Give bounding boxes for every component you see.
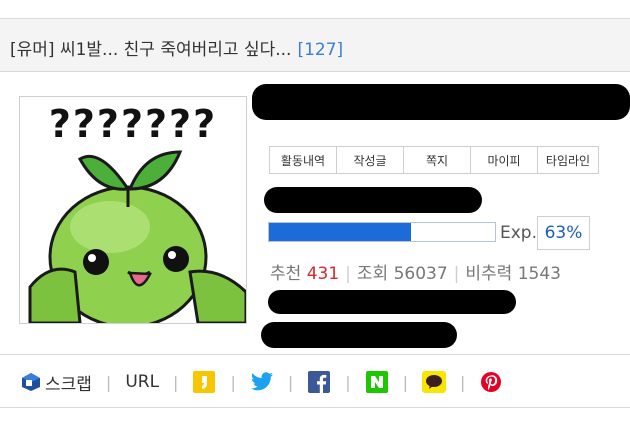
- scrap-button[interactable]: 스크랩: [19, 370, 92, 395]
- share-divider: |: [230, 372, 236, 392]
- tab-activity[interactable]: 활동내역: [270, 147, 337, 173]
- exp-percent: 63%: [537, 216, 590, 250]
- redacted-level: [264, 187, 482, 213]
- avatar-caption: ???????: [49, 102, 217, 146]
- stat-divider: |: [453, 264, 460, 284]
- recommend-value: 431: [306, 264, 340, 284]
- post-title-bar: [유머] 씨1발... 친구 죽여버리고 싶다... [127]: [0, 19, 630, 72]
- share-bar: 스크랩 | URL | | | | | |: [19, 368, 503, 396]
- tab-timeline[interactable]: 타임라인: [538, 147, 598, 173]
- kakaostory-icon[interactable]: [192, 370, 216, 394]
- tab-messages-label: 쪽지: [425, 153, 449, 168]
- url-label: URL: [125, 372, 160, 392]
- tab-timeline-label: 타임라인: [545, 153, 591, 168]
- comment-count[interactable]: [127]: [297, 40, 343, 60]
- views-label: 조회: [356, 264, 389, 284]
- tab-messages[interactable]: 쪽지: [404, 147, 471, 173]
- top-strip: [0, 0, 630, 19]
- ratio-label: 비추력: [465, 264, 513, 284]
- sprout-right-eye-shine: [168, 251, 176, 259]
- share-divider: |: [460, 372, 466, 392]
- profile-tabs: 활동내역 작성글 쪽지 마이피 타임라인: [269, 146, 599, 174]
- stat-divider: |: [345, 264, 351, 284]
- kakaotalk-icon[interactable]: [422, 370, 446, 394]
- url-button[interactable]: URL: [125, 372, 159, 392]
- tab-posts[interactable]: 작성글: [337, 147, 404, 173]
- sprout-left-leaf: [77, 154, 131, 191]
- facebook-icon[interactable]: [307, 370, 331, 394]
- tab-mypi[interactable]: 마이피: [471, 147, 538, 173]
- share-divider: |: [105, 372, 112, 392]
- exp-progress-fill: [269, 223, 412, 241]
- sprout-character-image: ???????: [28, 102, 246, 323]
- sprout-right-leaf: [127, 150, 183, 191]
- user-avatar: ???????: [19, 96, 247, 324]
- tab-posts-label: 작성글: [353, 153, 387, 168]
- pinterest-icon[interactable]: [479, 370, 503, 394]
- user-stats: 추천 431 | 조회 56037 | 비추력 1543: [270, 259, 561, 284]
- twitter-icon[interactable]: [250, 370, 274, 394]
- tab-activity-label: 활동내역: [280, 153, 326, 168]
- sprout-left-arm: [28, 267, 82, 323]
- tab-mypi-label: 마이피: [487, 153, 521, 168]
- naver-icon[interactable]: [365, 370, 389, 394]
- share-bottom-divider: [0, 407, 630, 408]
- share-divider: |: [287, 372, 294, 392]
- sprout-right-eye: [163, 246, 189, 272]
- exp-label: Exp.: [500, 223, 537, 243]
- redacted-nickname: [252, 84, 630, 120]
- scrap-icon: [19, 370, 43, 394]
- share-divider: |: [345, 372, 351, 392]
- redacted-info-1: [268, 290, 516, 314]
- share-top-divider: [0, 354, 630, 355]
- recommend-label: 추천: [270, 264, 302, 284]
- views-value: 56037: [393, 264, 448, 284]
- share-divider: |: [173, 372, 179, 392]
- sprout-left-eye-shine: [88, 254, 96, 262]
- sprout-highlight: [70, 201, 150, 253]
- post-title[interactable]: [유머] 씨1발... 친구 죽여버리고 싶다... [127]: [10, 35, 343, 60]
- post-title-text[interactable]: [유머] 씨1발... 친구 죽여버리고 싶다...: [10, 40, 291, 60]
- redacted-info-2: [261, 322, 457, 348]
- sprout-left-eye: [83, 249, 109, 275]
- share-divider: |: [402, 372, 408, 392]
- scrap-label: 스크랩: [45, 374, 92, 395]
- sprout-right-arm: [188, 269, 246, 323]
- exp-progress-bar: [268, 222, 496, 242]
- ratio-value: 1543: [517, 264, 561, 284]
